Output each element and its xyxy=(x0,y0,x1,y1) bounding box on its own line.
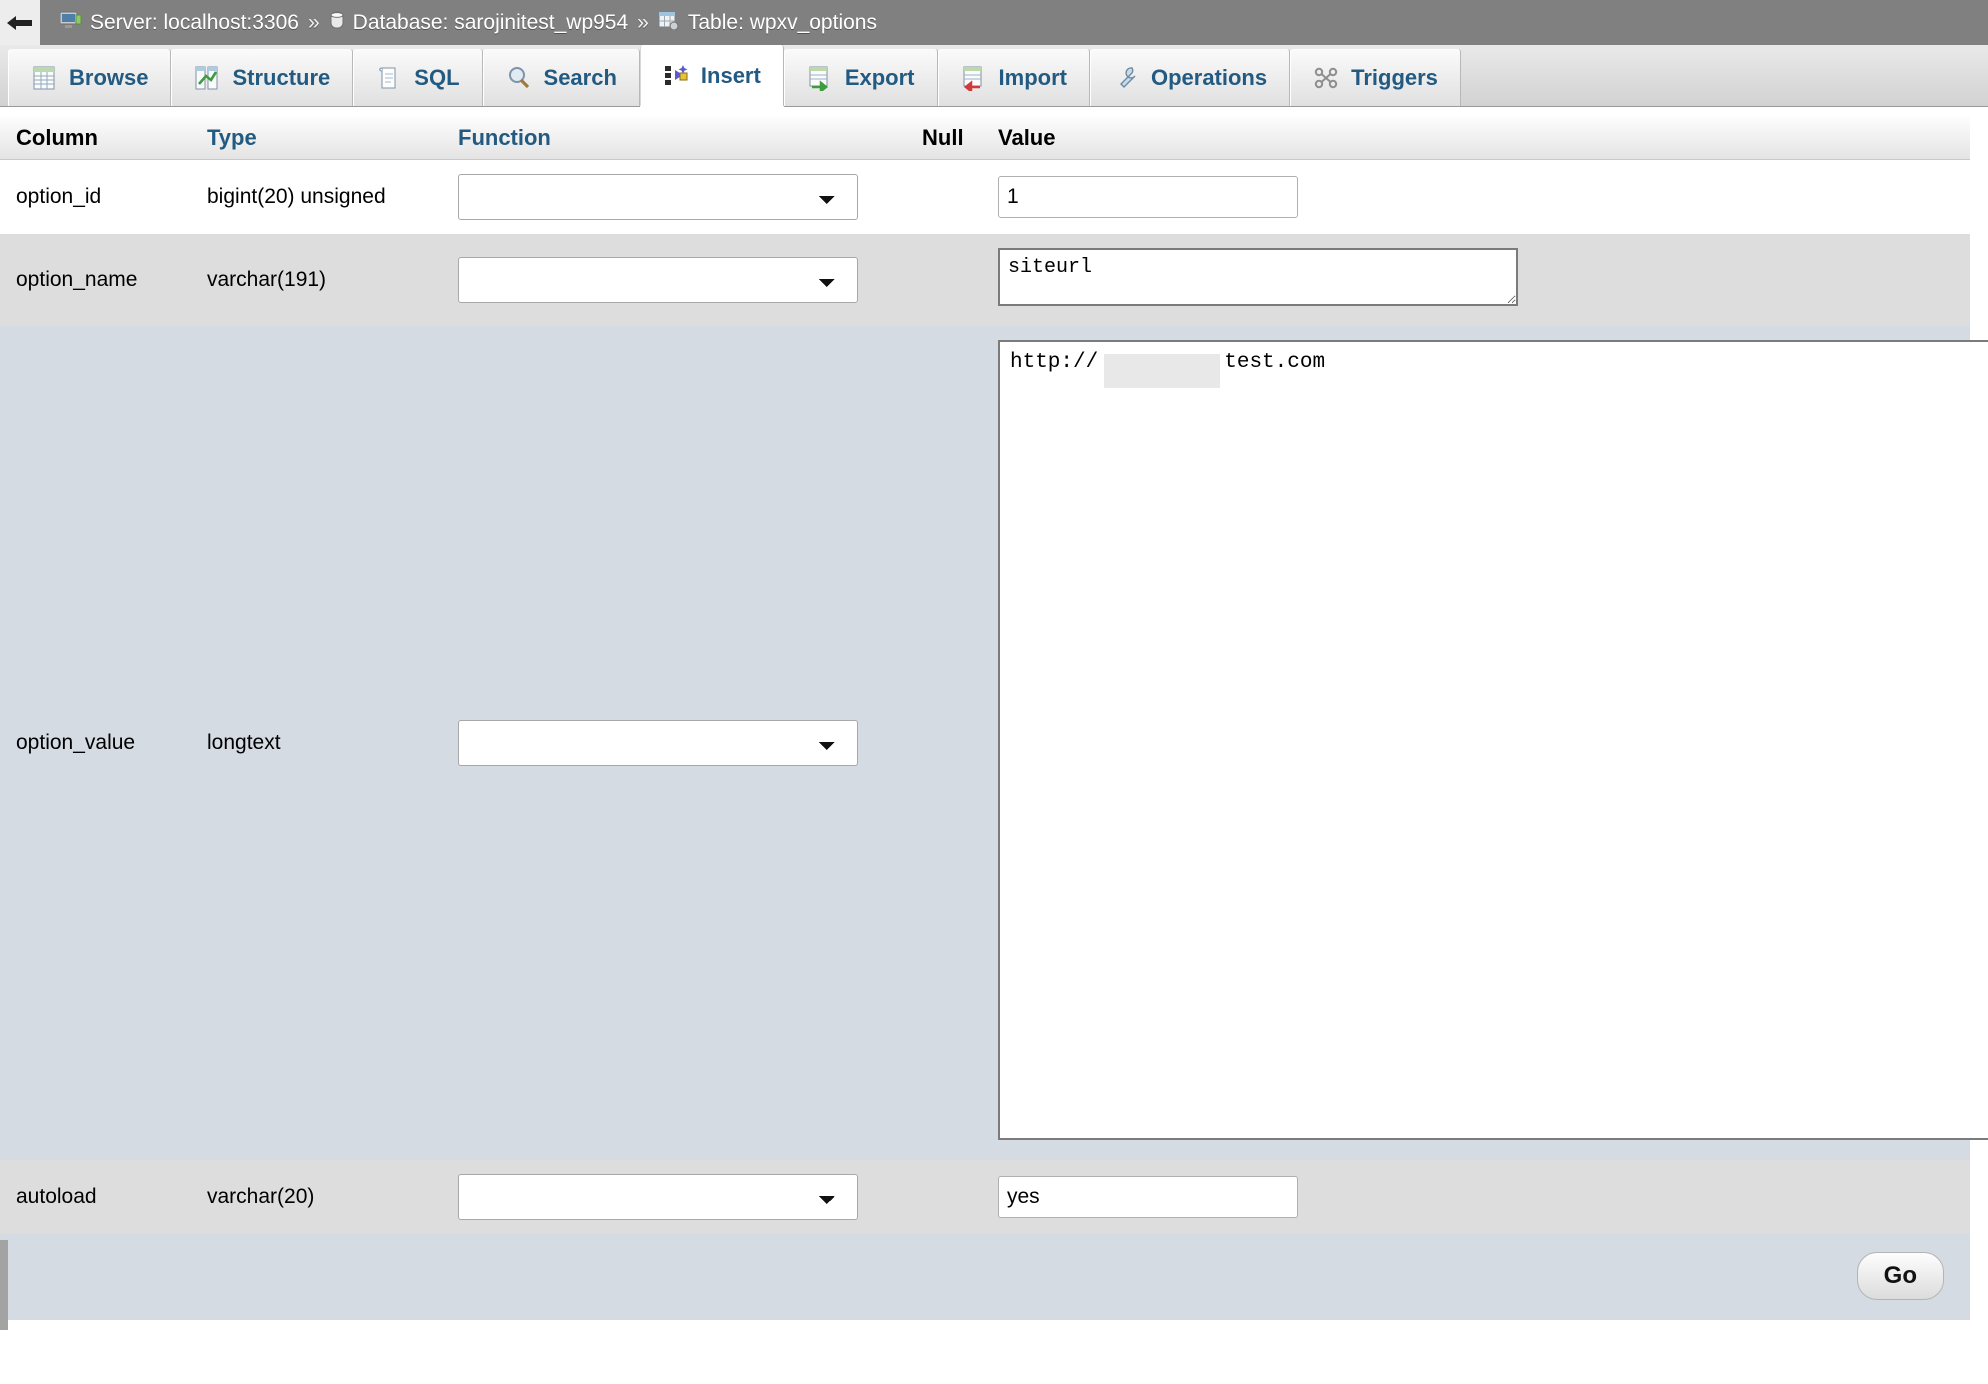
tab-sql-label: SQL xyxy=(414,64,460,90)
breadcrumb-bar: Server: localhost:3306 » Database: saroj… xyxy=(0,0,1988,45)
breadcrumb-database-label: Database: sarojinitest_wp954 xyxy=(352,10,629,34)
table-icon xyxy=(658,10,680,36)
row-function-cell xyxy=(442,326,906,1160)
tab-triggers[interactable]: Triggers xyxy=(1290,49,1461,106)
browse-icon xyxy=(31,65,57,91)
wrench-icon xyxy=(1113,65,1139,91)
value-input-option-id[interactable] xyxy=(998,176,1298,218)
row-value-cell xyxy=(982,1160,1970,1234)
row-null-cell xyxy=(906,1160,982,1234)
tab-triggers-label: Triggers xyxy=(1351,64,1438,90)
insert-icon xyxy=(663,63,689,89)
search-icon xyxy=(506,65,532,91)
row-null-cell xyxy=(906,159,982,234)
table-row: option_name varchar(191) siteurl xyxy=(0,234,1970,326)
row-function-cell xyxy=(442,234,906,326)
row-column-name: option_value xyxy=(0,326,191,1160)
form-footer-row: Go xyxy=(0,1234,1970,1320)
back-button[interactable] xyxy=(0,0,40,45)
tab-insert[interactable]: Insert xyxy=(639,45,784,106)
tab-sql[interactable]: SQL xyxy=(353,49,483,106)
row-column-type: longtext xyxy=(191,326,442,1160)
tab-import-label: Import xyxy=(998,64,1067,90)
header-column: Column xyxy=(0,117,191,160)
breadcrumb-table-label: Table: wpxv_options xyxy=(687,10,877,34)
row-null-cell xyxy=(906,326,982,1160)
header-function: Function xyxy=(442,117,906,160)
import-icon xyxy=(961,65,987,94)
value-input-autoload[interactable] xyxy=(998,1176,1298,1218)
left-scroll-edge xyxy=(0,1240,8,1330)
row-column-name: autoload xyxy=(0,1160,191,1234)
database-icon xyxy=(329,10,345,36)
tab-browse-label: Browse xyxy=(69,64,149,90)
triggers-icon xyxy=(1313,65,1339,91)
breadcrumb-server-label: Server: localhost:3306 xyxy=(90,10,299,34)
breadcrumb-item-server[interactable]: Server: localhost:3306 xyxy=(59,10,299,36)
function-select-option-value[interactable] xyxy=(458,720,858,766)
tab-import[interactable]: Import xyxy=(937,49,1090,106)
row-value-cell: siteurl xyxy=(982,234,1970,326)
row-column-name: option_name xyxy=(0,234,191,326)
row-value-cell xyxy=(982,159,1970,234)
value-textarea-option-value[interactable]: http:// test.com xyxy=(998,340,1988,1140)
tab-structure-label: Structure xyxy=(232,64,331,90)
row-function-cell xyxy=(442,159,906,234)
function-select-option-name[interactable] xyxy=(458,257,858,303)
insert-form-area: Column Type Function Null Value option_i… xyxy=(0,107,1988,1320)
value-stack-option-value: http:// test.com xyxy=(998,340,1988,1146)
row-column-name: option_id xyxy=(0,159,191,234)
breadcrumb-item-database[interactable]: Database: sarojinitest_wp954 xyxy=(329,10,629,36)
structure-icon xyxy=(194,65,220,91)
tab-browse[interactable]: Browse xyxy=(8,49,172,106)
go-cell: Go xyxy=(0,1234,1970,1320)
row-column-type: bigint(20) unsigned xyxy=(191,159,442,234)
row-column-type: varchar(191) xyxy=(191,234,442,326)
tab-search-label: Search xyxy=(543,64,617,90)
tab-insert-label: Insert xyxy=(700,62,761,88)
row-value-cell: http:// test.com xyxy=(982,326,1988,1160)
main-tab-bar: Browse Structure SQL Search Insert Expor… xyxy=(0,45,1988,107)
tab-export[interactable]: Export xyxy=(783,49,938,106)
export-icon xyxy=(807,65,833,94)
function-select-autoload[interactable] xyxy=(458,1174,858,1220)
table-row: option_value longtext http:// test.com xyxy=(0,326,1988,1160)
table-row: autoload varchar(20) xyxy=(0,1160,1970,1234)
tab-operations-label: Operations xyxy=(1150,64,1268,90)
breadcrumb-separator-2: » xyxy=(637,10,649,34)
go-button[interactable]: Go xyxy=(1856,1252,1944,1300)
server-icon xyxy=(59,10,82,36)
back-arrow-icon xyxy=(7,15,32,30)
value-textarea-option-name[interactable]: siteurl xyxy=(998,248,1518,306)
breadcrumb: Server: localhost:3306 » Database: saroj… xyxy=(40,10,877,36)
row-null-cell xyxy=(906,234,982,326)
row-column-type: varchar(20) xyxy=(191,1160,442,1234)
header-null: Null xyxy=(906,117,982,160)
tab-search[interactable]: Search xyxy=(482,49,640,106)
breadcrumb-item-table[interactable]: Table: wpxv_options xyxy=(658,10,877,36)
tab-structure[interactable]: Structure xyxy=(171,49,354,106)
header-type: Type xyxy=(191,117,442,160)
header-value: Value xyxy=(982,117,1970,160)
function-select-option-id[interactable] xyxy=(458,174,858,220)
table-row: option_id bigint(20) unsigned xyxy=(0,159,1970,234)
sql-icon xyxy=(376,65,402,91)
tab-export-label: Export xyxy=(844,64,915,90)
table-header-row: Column Type Function Null Value xyxy=(0,117,1970,160)
breadcrumb-separator-1: » xyxy=(307,10,320,34)
tab-operations[interactable]: Operations xyxy=(1089,49,1291,106)
row-function-cell xyxy=(442,1160,906,1234)
insert-form-table: Column Type Function Null Value option_i… xyxy=(0,117,1988,1320)
